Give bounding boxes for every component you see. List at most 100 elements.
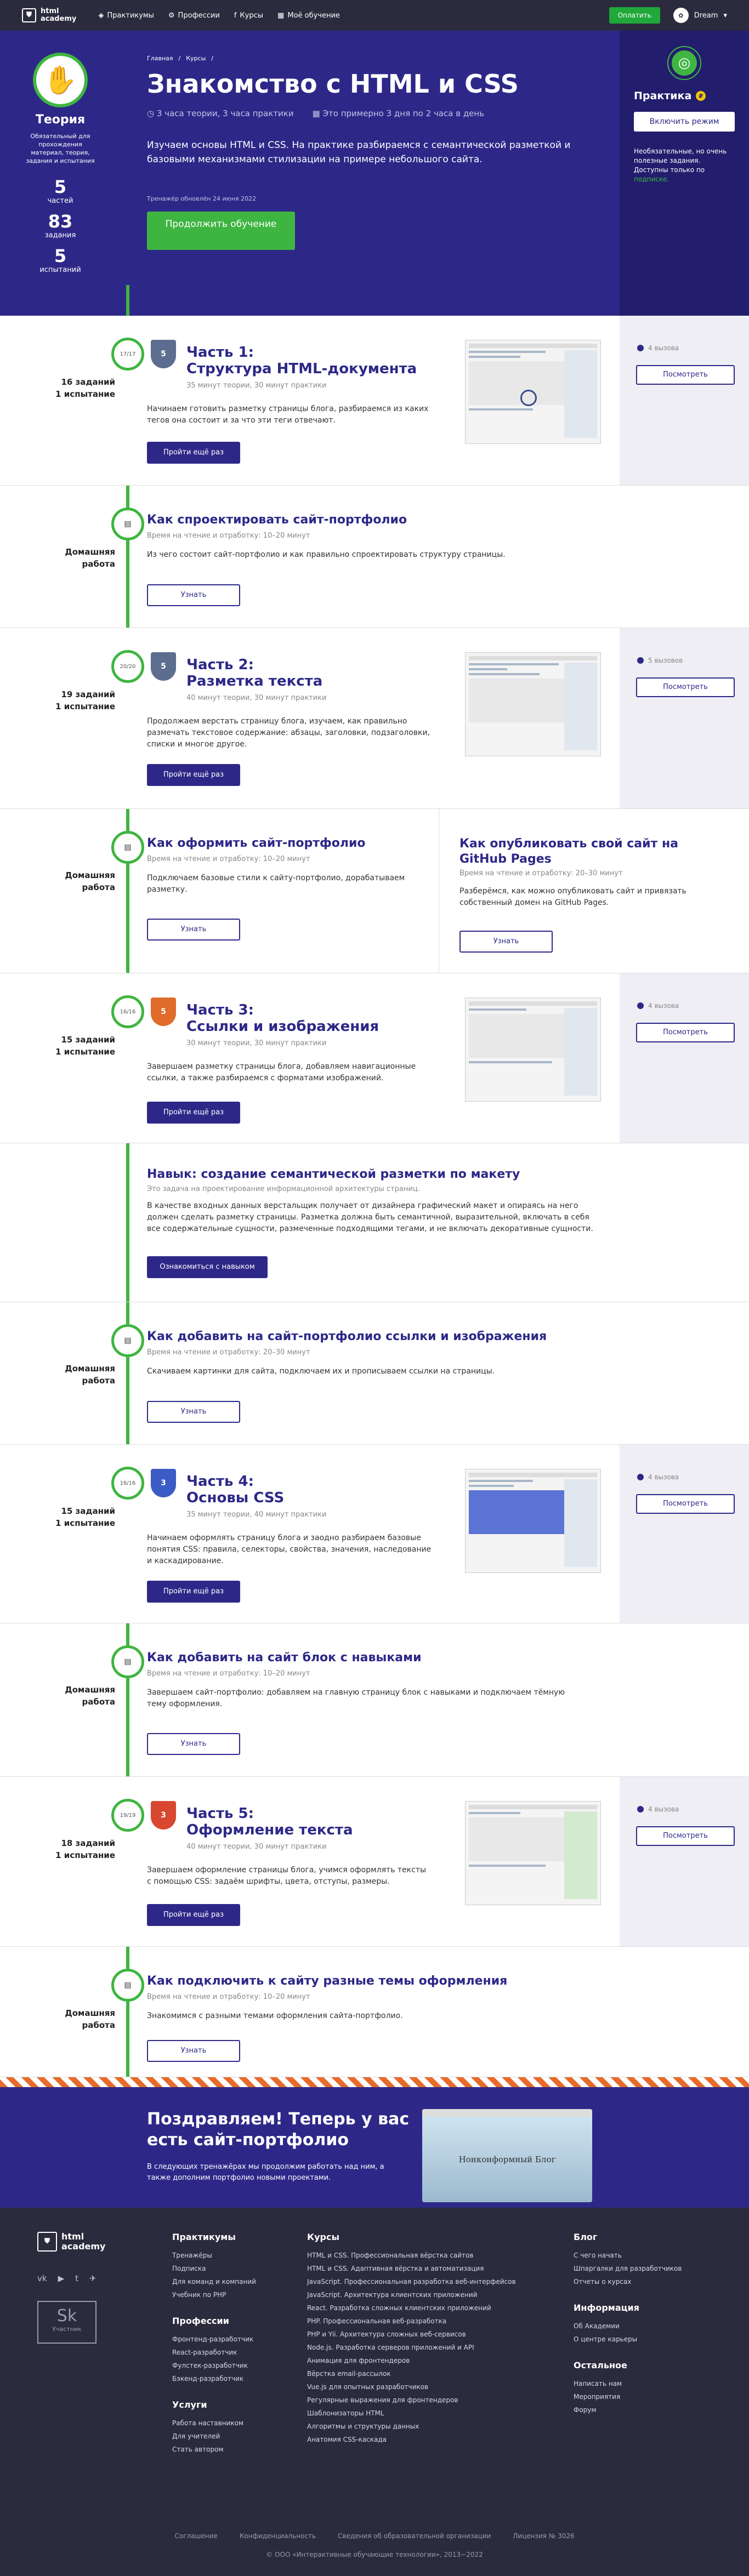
footer-link[interactable]: Написать нам xyxy=(574,2377,682,2390)
homework-title[interactable]: Как подключить к сайту разные темы оформ… xyxy=(147,1974,507,1988)
footer-col-practicums: Практикумы Тренажёры Подписка Для команд… xyxy=(172,2232,256,2456)
homework-title[interactable]: Как добавить на сайт-портфолио ссылки и … xyxy=(147,1330,547,1343)
view-button[interactable]: Посмотреть xyxy=(636,1826,735,1846)
footer-link[interactable]: PHP и Yii. Архитектура сложных веб-серви… xyxy=(307,2328,516,2341)
footer-link[interactable]: Бэкенд-разработчик xyxy=(172,2372,256,2385)
retry-button[interactable]: Пройти ещё раз xyxy=(147,442,240,464)
footer-link[interactable]: Об Академии xyxy=(574,2319,682,2333)
footer-link[interactable]: С чего начать xyxy=(574,2249,682,2262)
chevron-down-icon: ▾ xyxy=(723,11,727,20)
view-button[interactable]: Посмотреть xyxy=(636,365,735,385)
youtube-icon[interactable]: ▶ xyxy=(58,2273,65,2283)
footer-link[interactable]: Шпаргалки для разработчиков xyxy=(574,2262,682,2275)
pay-button[interactable]: Оплатить xyxy=(609,7,660,24)
footer-link[interactable]: Вёрстка email-рассылок xyxy=(307,2367,516,2380)
telegram-icon[interactable]: ✈ xyxy=(89,2273,97,2283)
breadcrumb-courses[interactable]: Курсы xyxy=(186,55,206,62)
homework-meta: Время на чтение и отработку: 10–20 минут xyxy=(147,855,310,863)
footer-link[interactable]: Отчеты о курсах xyxy=(574,2275,682,2288)
homework-title-github[interactable]: Как опубликовать свой сайт на GitHub Pag… xyxy=(459,836,723,867)
breadcrumb-home[interactable]: Главная xyxy=(147,55,173,62)
footer-link[interactable]: HTML и CSS. Профессиональная вёрстка сай… xyxy=(307,2249,516,2262)
nav-courses[interactable]: f Курсы xyxy=(234,12,263,20)
footer-link[interactable]: Работа наставником xyxy=(172,2417,256,2430)
footer-link[interactable]: JavaScript. Архитектура клиентских прило… xyxy=(307,2288,516,2301)
footer-legal-link[interactable]: Соглашение xyxy=(174,2532,217,2540)
footer-link[interactable]: Мероприятия xyxy=(574,2390,682,2403)
footer-link[interactable]: Алгоритмы и структуры данных xyxy=(307,2420,516,2433)
part-meta: 35 минут теории, 30 минут практики xyxy=(186,381,327,390)
view-button[interactable]: Посмотреть xyxy=(636,1494,735,1514)
footer-link[interactable]: Анатомия CSS-каскада xyxy=(307,2433,516,2446)
info-icon[interactable]: ₽ xyxy=(696,91,706,101)
part-preview-image[interactable] xyxy=(465,1801,601,1905)
footer-link[interactable]: Тренажёры xyxy=(172,2249,256,2262)
footer-link[interactable]: Регулярные выражения для фронтендеров xyxy=(307,2393,516,2407)
footer-legal-link[interactable]: Лицензия № 3026 xyxy=(513,2532,574,2540)
footer-link[interactable]: Подписка xyxy=(172,2262,256,2275)
footer-link[interactable]: HTML и CSS. Адаптивная вёрстка и автомат… xyxy=(307,2262,516,2275)
portfolio-preview-image: Нонконформный Блог xyxy=(422,2109,592,2202)
homework-title[interactable]: Как добавить на сайт блок с навыками xyxy=(147,1651,422,1665)
footer-link[interactable]: О центре карьеры xyxy=(574,2333,682,2346)
part-meta: 35 минут теории, 40 минут практики xyxy=(186,1511,327,1519)
retry-button[interactable]: Пройти ещё раз xyxy=(147,1904,240,1926)
nav-practicums[interactable]: ◈ Практикумы xyxy=(98,12,154,20)
part-preview-image[interactable] xyxy=(465,652,601,756)
footer-link[interactable]: Шаблонизаторы HTML xyxy=(307,2407,516,2420)
skill-section: Навык: создание семантической разметки п… xyxy=(0,1143,749,1302)
learn-button[interactable]: Узнать xyxy=(147,1401,240,1423)
part-preview-image[interactable] xyxy=(465,340,601,444)
continue-button[interactable]: Продолжить обучение xyxy=(147,212,295,250)
nav-professions[interactable]: ⚙ Профессии xyxy=(168,12,220,20)
view-button[interactable]: Посмотреть xyxy=(636,1023,735,1042)
footer-link[interactable]: Для команд и компаний xyxy=(172,2275,256,2288)
user-menu[interactable]: ✿ Dream ▾ xyxy=(673,8,727,23)
footer-link[interactable]: Node.js. Разработка серверов приложений … xyxy=(307,2341,516,2354)
footer-legal-link[interactable]: Конфиденциальность xyxy=(240,2532,316,2540)
footer-link[interactable]: Для учителей xyxy=(172,2430,256,2443)
homework-desc: Знакомимся с разными темами оформления с… xyxy=(147,2011,403,2020)
footer-link[interactable]: JavaScript. Профессиональная разработка … xyxy=(307,2275,516,2288)
retry-button[interactable]: Пройти ещё раз xyxy=(147,1581,240,1603)
footer-link[interactable]: Анимация для фронтендеров xyxy=(307,2354,516,2367)
footer-legal-link[interactable]: Сведения об образовательной организации xyxy=(338,2532,491,2540)
footer-link[interactable]: Форум xyxy=(574,2403,682,2417)
learn-button[interactable]: Узнать xyxy=(459,931,553,953)
retry-button[interactable]: Пройти ещё раз xyxy=(147,764,240,786)
part-preview-image[interactable] xyxy=(465,1469,601,1573)
footer-link[interactable]: React-разработчик xyxy=(172,2346,256,2359)
vk-icon[interactable]: vk xyxy=(37,2273,47,2283)
learn-button[interactable]: Узнать xyxy=(147,584,240,606)
footer-logo[interactable]: ⛊ html academy xyxy=(37,2232,105,2252)
part-desc: Начинаем готовить разметку страницы блог… xyxy=(147,404,429,425)
footer-link[interactable]: Учебник по PHP xyxy=(172,2288,256,2301)
homework-3-section: ▤ Домашняя работа Как добавить на сайт-по… xyxy=(0,1302,749,1445)
progress-node: 19/19 xyxy=(111,1799,144,1832)
site-logo[interactable]: ⛊ html academy xyxy=(22,8,76,23)
skill-title[interactable]: Навык: создание семантической разметки п… xyxy=(147,1167,520,1181)
nav-my-learning[interactable]: ▦ Моё обучение xyxy=(277,12,340,20)
footer-link[interactable]: Фронтенд-разработчик xyxy=(172,2333,256,2346)
learn-button[interactable]: Узнать xyxy=(147,1733,240,1755)
nav-icon: ⚙ xyxy=(168,11,175,20)
learn-button[interactable]: Узнать xyxy=(147,2040,240,2062)
retry-button[interactable]: Пройти ещё раз xyxy=(147,1102,240,1124)
footer-link[interactable]: PHP. Профессиональная веб-разработка xyxy=(307,2315,516,2328)
footer-link[interactable]: Vue.js для опытных разработчиков xyxy=(307,2380,516,2393)
homework-title[interactable]: Как оформить сайт-портфолио xyxy=(147,836,366,850)
view-skill-button[interactable]: Ознакомиться с навыком xyxy=(147,1256,268,1278)
homework-caption: Домашняя работа xyxy=(65,870,115,892)
congrats-banner: Поздравляем! Теперь у вас есть сайт-порт… xyxy=(0,2087,749,2208)
footer-link[interactable]: Фулстек-разработчик xyxy=(172,2359,256,2372)
part-preview-image[interactable] xyxy=(465,998,601,1102)
learn-button[interactable]: Узнать xyxy=(147,919,240,941)
footer-link[interactable]: Стать автором xyxy=(172,2443,256,2456)
footer-link[interactable]: React. Разработка сложных клиентских при… xyxy=(307,2301,516,2315)
enable-practice-button[interactable]: Включить режим xyxy=(634,112,735,132)
theory-desc: Обязательный для прохождения материал, т… xyxy=(26,133,95,164)
homework-title[interactable]: Как спроектировать сайт-портфолио xyxy=(147,513,407,527)
twitter-icon[interactable]: t xyxy=(75,2273,78,2283)
view-button[interactable]: Посмотреть xyxy=(636,677,735,697)
subscription-link[interactable]: подписке. xyxy=(634,175,669,183)
